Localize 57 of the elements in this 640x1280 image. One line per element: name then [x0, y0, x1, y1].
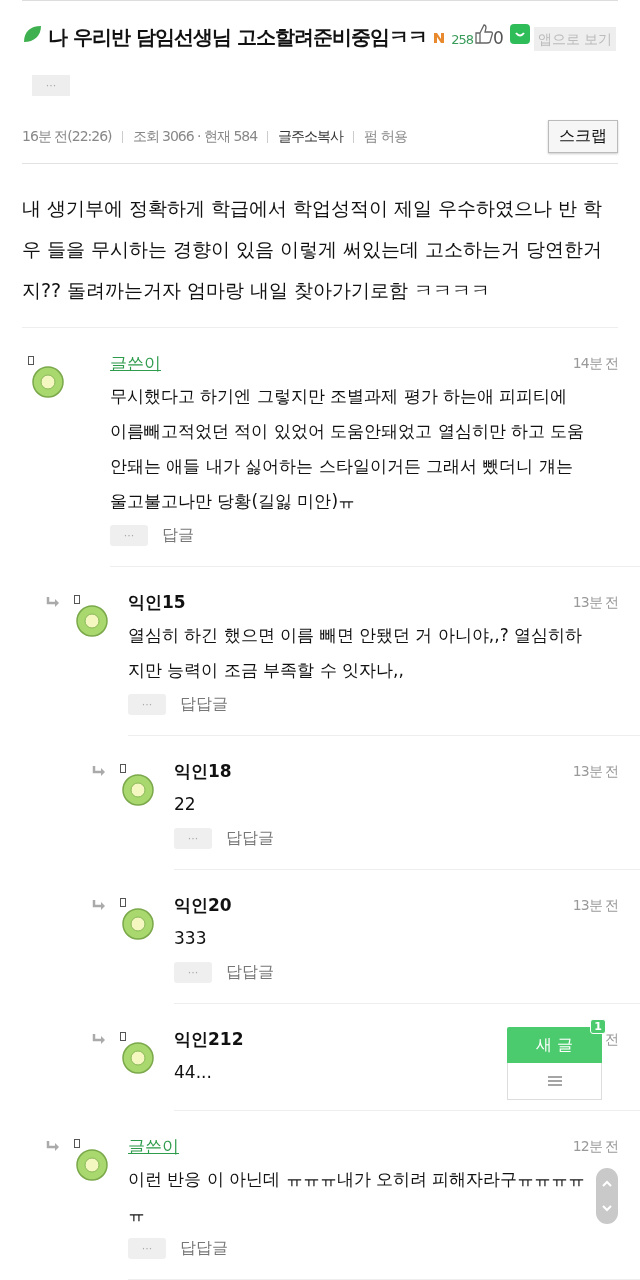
comment-time: 12분 전 [572, 1137, 618, 1156]
menu-icon [547, 1076, 562, 1086]
chat-icon [509, 24, 530, 44]
menu-button[interactable] [507, 1063, 602, 1100]
avatar-icon [76, 605, 108, 637]
comment-time: 14분 전 [572, 354, 618, 373]
reply-arrow-icon [92, 900, 106, 912]
post-title: 나 우리반 담임선생님 고소할려준비중임ㅋㅋ [48, 25, 427, 49]
scroll-button[interactable] [596, 1168, 618, 1224]
n-mark-icon [433, 32, 446, 44]
comment-author[interactable]: 익인18 [174, 760, 232, 783]
image-placeholder-icon [28, 356, 34, 365]
view-stats: 조회 3066 · 현재 584 [132, 127, 258, 146]
repost-permission: 펌 허용 [364, 127, 407, 146]
comment-author[interactable]: 익인15 [128, 591, 186, 614]
post-time: 16분 전(22:26) [22, 127, 112, 146]
author-name[interactable]: 글쓴이 [128, 1135, 179, 1158]
comment-time: 13분 전 [572, 896, 618, 915]
post-body: 내 생기부에 정확하게 학급에서 학업성적이 제일 우수하였으나 반 학우 들을 무시하는 경향이 있음 이렇게 써있는데 고소하는거 당연한거지?? 돌려까는거자 엄마랑 내일 찾아가기로함 ㅋㅋㅋㅋ [22, 188, 618, 328]
comment-time: 13분 전 [572, 593, 618, 612]
thumbs-up-icon[interactable] [475, 24, 494, 44]
comment-text: 열심히 하긴 했으면 이름 빼면 안됐던 거 아니야,,? 열심히하지만 능력이 조금 부족할 수 잇자나,, [128, 624, 584, 682]
copy-link[interactable]: 글주소복사 [278, 127, 344, 146]
image-placeholder-icon [74, 595, 80, 604]
avatar-icon [76, 1149, 108, 1181]
image-placeholder-icon [120, 1032, 126, 1041]
comment-time: 13분 전 [572, 762, 618, 781]
reply-arrow-icon [92, 766, 106, 778]
comment-text: 이런 반응 이 아닌데 ㅠㅠㅠ내가 오히려 피해자라구ㅠㅠㅠㅠㅠ [128, 1168, 587, 1226]
author-name[interactable]: 글쓴이 [110, 352, 161, 375]
avatar-icon [122, 908, 154, 940]
comment-author[interactable]: 익인212 [174, 1028, 244, 1051]
reply-link[interactable]: 답답글 [226, 828, 274, 849]
like-count: 0 [493, 28, 504, 48]
avatar-icon [122, 774, 154, 806]
reply-link[interactable]: 답답글 [226, 962, 274, 983]
comment-text: 333 [174, 927, 207, 950]
reply-link[interactable]: 답글 [162, 525, 194, 546]
avatar-icon [122, 1042, 154, 1074]
image-placeholder-icon [120, 764, 126, 773]
comment-text: 44... [174, 1061, 212, 1084]
avatar-icon [32, 366, 64, 398]
image-placeholder-icon [120, 898, 126, 907]
view-count: 258 [451, 32, 474, 47]
reply-arrow-icon [92, 1034, 106, 1046]
new-post-badge: 1 [590, 1019, 606, 1034]
image-placeholder-icon [74, 1139, 80, 1148]
reply-link[interactable]: 답답글 [180, 694, 228, 715]
scrap-button[interactable]: 스크랩 [548, 120, 618, 153]
reply-arrow-icon [46, 1141, 60, 1153]
reply-arrow-icon [46, 597, 60, 609]
comment-text: 22 [174, 793, 196, 816]
reply-link[interactable]: 답답글 [180, 1238, 228, 1259]
comment-text: 무시했다고 하기엔 그렇지만 조별과제 평가 하는애 피피티에 이름빼고적었던 적이 있었어 도움안돼었고 열심히만 하고 도움안돼는 애들 내가 싫어하는 스타일이거든 그래서 뺐더니 걔는 울고불고나만 당황(길잃 미안)ㅠ [110, 385, 586, 513]
comment-time: 전 [605, 1030, 618, 1049]
comment-author[interactable]: 익인20 [174, 894, 232, 917]
leaf-icon [22, 24, 42, 44]
